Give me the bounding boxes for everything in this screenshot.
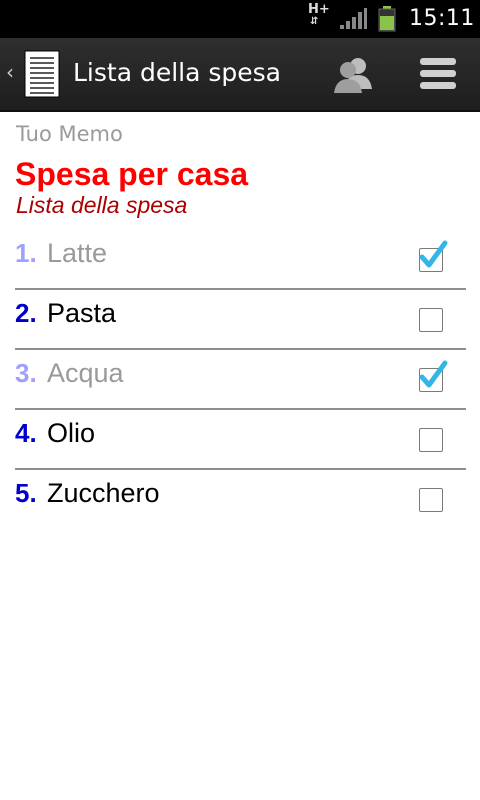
data-arrows-icon: ⇵ [310, 16, 319, 27]
action-bar: ‹ Lista della spesa [0, 38, 480, 112]
item-checkbox[interactable] [419, 488, 443, 512]
item-checkbox[interactable] [419, 240, 448, 272]
item-label: Olio [47, 418, 96, 448]
checkmark-icon [419, 240, 448, 268]
status-bar: H+ ⇵ 15:11 [0, 0, 480, 38]
signal-icon [340, 8, 367, 29]
back-chevron-icon[interactable]: ‹ [6, 60, 14, 84]
item-checkbox[interactable] [419, 308, 443, 332]
item-number: 5. [15, 478, 37, 508]
item-checkbox[interactable] [419, 428, 443, 452]
network-type: H+ [308, 2, 330, 17]
memo-label: Tuo Memo [16, 122, 123, 146]
list-title: Spesa per casa [15, 156, 249, 192]
contacts-icon[interactable] [332, 55, 376, 95]
list-item[interactable]: 2. Pasta [15, 290, 466, 350]
menu-icon[interactable] [418, 55, 458, 93]
checkmark-icon [419, 360, 448, 388]
item-number: 1. [15, 238, 37, 268]
item-label: Acqua [47, 358, 124, 388]
network-indicator: H+ ⇵ [308, 2, 330, 28]
list-subtitle: Lista della spesa [16, 192, 188, 218]
list-item[interactable]: 3. Acqua [15, 350, 466, 410]
item-checkbox[interactable] [419, 360, 448, 392]
clock: 15:11 [409, 6, 475, 31]
shopping-list: 1. Latte 2. Pasta 3. Acqua 4. Olio 5. Zu… [15, 230, 466, 528]
item-number: 4. [15, 418, 37, 448]
item-label: Pasta [47, 298, 117, 328]
list-item[interactable]: 4. Olio [15, 410, 466, 470]
item-number: 3. [15, 358, 37, 388]
item-label: Latte [47, 238, 108, 268]
document-icon[interactable] [24, 50, 60, 98]
list-item[interactable]: 5. Zucchero [15, 470, 466, 528]
list-item[interactable]: 1. Latte [15, 230, 466, 290]
battery-icon [378, 6, 396, 32]
item-number: 2. [15, 298, 37, 328]
app-title: Lista della spesa [73, 58, 281, 87]
item-label: Zucchero [47, 478, 160, 508]
